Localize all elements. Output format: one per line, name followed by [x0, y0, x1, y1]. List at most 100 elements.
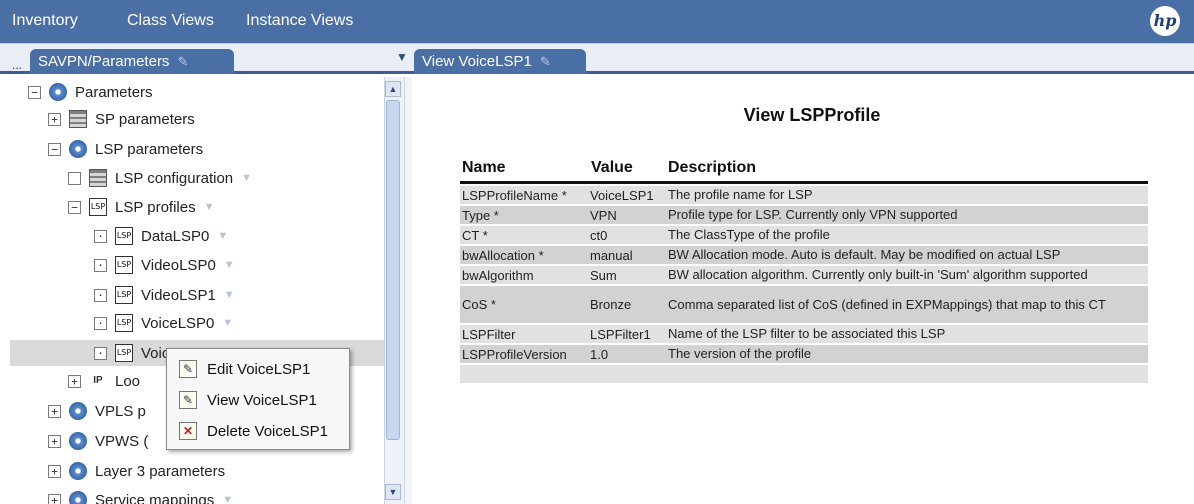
cell-description: BW Allocation mode. Auto is default. May… [668, 247, 1061, 262]
tree-item-label: LSP parameters [95, 140, 204, 158]
table-row: CT * ct0 The ClassType of the profile [460, 224, 1148, 244]
tree-item-vpls[interactable]: + VPLS p [48, 398, 146, 424]
dropdown-chevron-icon[interactable]: ▼ [204, 201, 215, 213]
table-icon [89, 169, 107, 187]
cell-description: BW allocation algorithm. Currently only … [668, 267, 1088, 282]
tree-item-lsp-parameters[interactable]: − LSP parameters [48, 136, 203, 162]
tab-view-voicelsp1[interactable]: View VoiceLSP1 ✎ [414, 49, 586, 74]
cell-name: Type * [462, 207, 499, 223]
table-row: Type * VPN Profile type for LSP. Currently… [460, 204, 1148, 224]
pin-icon[interactable]: ✎ [177, 49, 188, 74]
expand-icon[interactable]: + [48, 434, 61, 448]
context-menu-delete-voicelsp1[interactable]: ✕ Delete VoiceLSP1 [167, 416, 351, 446]
context-menu-edit-voicelsp1[interactable]: ✎ Edit VoiceLSP1 [167, 354, 351, 384]
tree-item-parameters[interactable]: − Parameters [28, 79, 153, 105]
table-row: CoS * Bronze Comma separated list of CoS (… [460, 284, 1148, 323]
gear-icon [69, 491, 87, 504]
tree-item-datalsp0[interactable]: · LSP DataLSP0 ▼ [94, 223, 228, 249]
table-body: LSPProfileName * VoiceLSP1 The profile nam… [460, 184, 1148, 383]
cell-description: Name of the LSP filter to be associated … [668, 326, 946, 341]
tab-label: View VoiceLSP1 [422, 53, 532, 70]
column-header-name: Name [462, 159, 506, 176]
leaf-node-icon[interactable]: · [94, 346, 107, 360]
lsp-icon: LSP [115, 286, 133, 304]
leaf-node-icon[interactable]: · [94, 229, 107, 243]
cell-value: Sum [590, 267, 617, 283]
context-menu: ✎ Edit VoiceLSP1 ✎ View VoiceLSP1 ✕ Delete Vo… [166, 348, 350, 450]
scroll-up-icon[interactable]: ▲ [385, 81, 401, 97]
context-menu-label: Delete VoiceLSP1 [207, 422, 328, 440]
expand-icon[interactable]: + [48, 464, 61, 478]
table-row: LSPProfileVersion 1.0 The version of the p… [460, 343, 1148, 363]
tree-item-service-mappings[interactable]: + Service mappings ▼ [48, 487, 233, 504]
panel-splitter[interactable] [404, 77, 412, 504]
cell-value: LSPFilter1 [590, 326, 651, 342]
leaf-node-icon[interactable]: · [94, 316, 107, 330]
dropdown-chevron-icon[interactable]: ▼ [222, 494, 233, 504]
collapse-icon[interactable]: − [68, 200, 81, 214]
cell-name [462, 365, 590, 383]
tree-item-label: DataLSP0 [141, 227, 210, 245]
cell-name: CT * [462, 227, 488, 243]
pin-icon[interactable]: ✎ [540, 49, 551, 74]
tree-item-sp-parameters[interactable]: + SP parameters [48, 106, 195, 132]
tree-item-label: LSP profiles [115, 198, 196, 216]
context-menu-view-voicelsp1[interactable]: ✎ View VoiceLSP1 [167, 385, 351, 415]
menu-instance-views[interactable]: Instance Views [246, 12, 353, 30]
scroll-down-icon[interactable]: ▼ [385, 484, 401, 500]
column-header-description: Description [668, 159, 757, 176]
cell-name: LSPProfileName * [462, 187, 567, 203]
cell-value: VPN [590, 207, 617, 223]
tree-item-label: VideoLSP0 [141, 256, 216, 274]
collapse-icon[interactable]: − [48, 142, 61, 156]
cell-value: Bronze [590, 297, 632, 312]
dropdown-chevron-icon[interactable]: ▼ [222, 317, 233, 329]
cell-description: The version of the profile [668, 346, 812, 361]
tree-item-videolsp0[interactable]: · LSP VideoLSP0 ▼ [94, 252, 235, 278]
view-icon: ✎ [179, 391, 197, 409]
table-icon [69, 110, 87, 128]
tree-item-label: Parameters [75, 83, 153, 101]
tree-item-lsp-configuration[interactable]: LSP configuration ▼ [68, 165, 252, 191]
expand-icon[interactable]: + [48, 493, 61, 504]
tree-item-label: Loo [115, 372, 141, 390]
tree-item-videolsp1[interactable]: · LSP VideoLSP1 ▼ [94, 282, 235, 308]
table-header: Name Value Description [460, 159, 1148, 184]
tree-item-voicelsp0[interactable]: · LSP VoiceLSP0 ▼ [94, 310, 233, 336]
hp-logo: hp [1150, 6, 1180, 36]
tree-item-label: VoiceLSP0 [141, 314, 215, 332]
menu-class-views[interactable]: Class Views [127, 12, 214, 30]
tree-item-lsp-profiles[interactable]: − LSP LSP profiles ▼ [68, 194, 215, 220]
leaf-node-icon[interactable]: · [94, 258, 107, 272]
tab-dropdown-arrow-icon[interactable]: ▼ [396, 50, 408, 64]
cell-value: 1.0 [590, 346, 609, 362]
table-row: bwAllocation * manual BW Allocation mode. … [460, 244, 1148, 264]
tree-item-layer3-parameters[interactable]: + Layer 3 parameters [48, 458, 225, 484]
dropdown-chevron-icon[interactable]: ▼ [217, 230, 228, 242]
tab-savpn-parameters[interactable]: SAVPN/Parameters ✎ [30, 49, 234, 74]
view-lspprofile-pane: View LSPProfile Name Value Description L… [412, 77, 1194, 504]
cell-name: bwAlgorithm [462, 267, 534, 283]
tree-item-label: VPLS p [95, 402, 146, 420]
panel-collapse-dots[interactable]: ... [12, 58, 22, 72]
expand-icon[interactable]: + [48, 404, 61, 418]
menu-inventory[interactable]: Inventory [12, 12, 78, 30]
cell-name: LSPProfileVersion [462, 346, 567, 362]
expand-icon[interactable]: + [48, 112, 61, 126]
leaf-node-icon[interactable]: · [94, 288, 107, 302]
leaf-node-icon[interactable] [68, 171, 81, 185]
tree-item-label: VideoLSP1 [141, 286, 216, 304]
tree-item-label: SP parameters [95, 110, 195, 128]
dropdown-chevron-icon[interactable]: ▼ [241, 172, 252, 184]
collapse-icon[interactable]: − [28, 85, 41, 99]
top-menu-bar: Inventory Class Views Instance Views hp [0, 0, 1194, 44]
dropdown-chevron-icon[interactable]: ▼ [224, 289, 235, 301]
tree-item-loo[interactable]: + IP Loo [68, 368, 140, 394]
cell-description: The ClassType of the profile [668, 227, 830, 242]
tree-item-vpws[interactable]: + VPWS ( [48, 428, 148, 454]
gear-icon [69, 432, 87, 450]
scrollbar-thumb[interactable] [386, 100, 400, 440]
expand-icon[interactable]: + [68, 374, 81, 388]
dropdown-chevron-icon[interactable]: ▼ [224, 259, 235, 271]
column-header-value: Value [591, 159, 633, 176]
